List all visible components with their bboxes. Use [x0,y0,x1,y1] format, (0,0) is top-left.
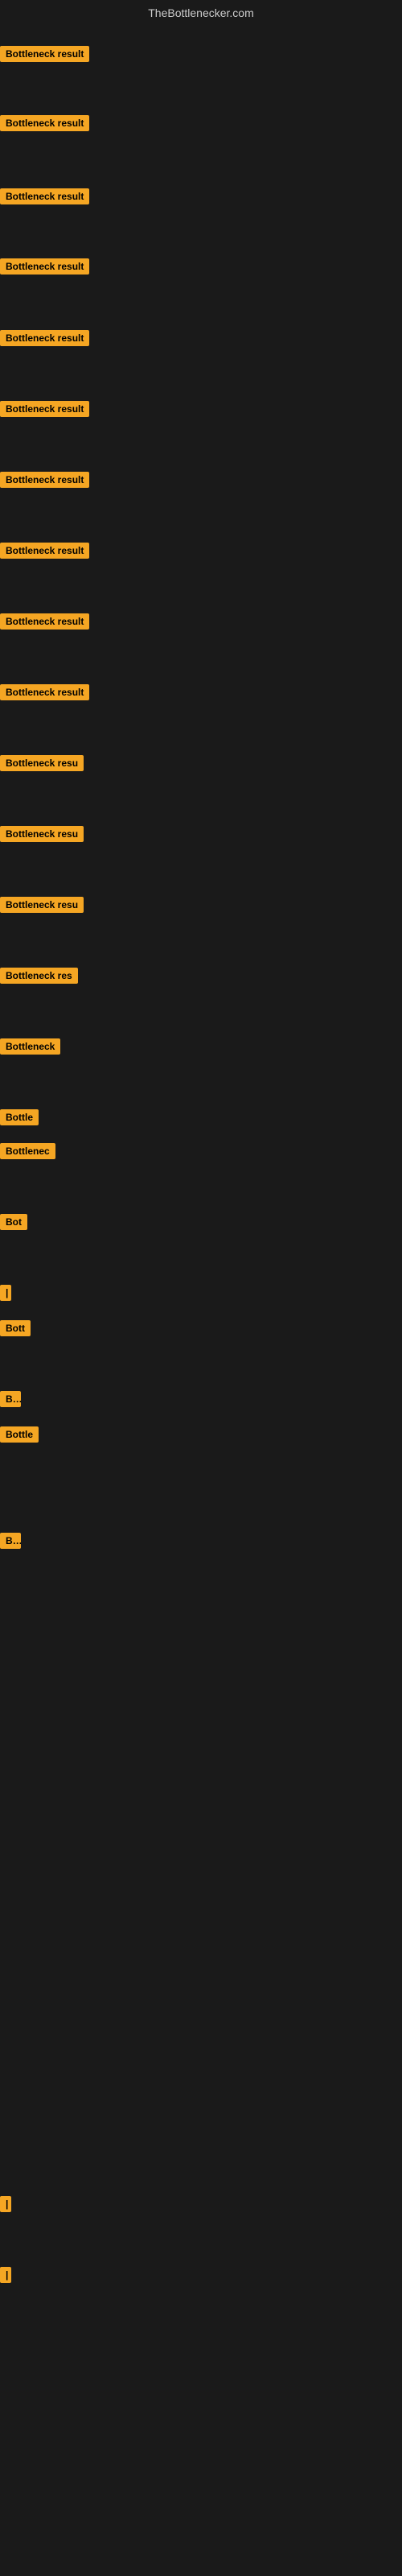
bottleneck-badge-row-12: Bottleneck resu [0,826,84,846]
bottleneck-badge: Bottleneck [0,1038,60,1055]
bottleneck-badge-row-22: Bottle [0,1426,39,1447]
bottleneck-badge: | [0,1285,11,1301]
bottleneck-badge: Bottle [0,1109,39,1125]
bottleneck-badge-row-20: Bott [0,1320,31,1340]
bottleneck-badge: Bottleneck result [0,613,89,630]
bottleneck-badge-row-1: Bottleneck result [0,46,89,66]
bottleneck-badge: Bottleneck res [0,968,78,984]
bottleneck-badge-row-9: Bottleneck result [0,613,89,634]
bottleneck-badge: Bottleneck resu [0,826,84,842]
bottleneck-badge-row-5: Bottleneck result [0,330,89,350]
bottleneck-badge-row-23: Bo [0,1533,21,1553]
bottleneck-badge: Bottleneck result [0,401,89,417]
bottleneck-badge: Bo [0,1391,21,1407]
bottleneck-badge-row-13: Bottleneck resu [0,897,84,917]
bottleneck-badge: Bottle [0,1426,39,1443]
bottleneck-badge-row-11: Bottleneck resu [0,755,84,775]
bottleneck-badge-row-24: | [0,2196,11,2216]
bottleneck-badge: Bottleneck result [0,543,89,559]
bottleneck-badge-row-25: | [0,2267,11,2287]
bottleneck-badge-row-14: Bottleneck res [0,968,78,988]
bottleneck-badge: | [0,2196,11,2212]
bottleneck-badge: Bottleneck resu [0,755,84,771]
bottleneck-badge-row-19: | [0,1285,11,1305]
bottleneck-badge: | [0,2267,11,2283]
bottleneck-badge: Bottleneck result [0,472,89,488]
bottleneck-badge: Bot [0,1214,27,1230]
bottleneck-badge-row-21: Bo [0,1391,21,1411]
bottleneck-badge-row-4: Bottleneck result [0,258,89,279]
bottleneck-badge-row-16: Bottle [0,1109,39,1129]
bottleneck-badge: Bottlenec [0,1143,55,1159]
bottleneck-badge-row-15: Bottleneck [0,1038,60,1059]
bottleneck-badge-row-3: Bottleneck result [0,188,89,208]
bottleneck-badge: Bottleneck result [0,46,89,62]
bottleneck-badge: Bo [0,1533,21,1549]
bottleneck-badge-row-17: Bottlenec [0,1143,55,1163]
bottleneck-badge: Bottleneck resu [0,897,84,913]
bottleneck-badge-row-7: Bottleneck result [0,472,89,492]
bottleneck-badge-row-2: Bottleneck result [0,115,89,135]
bottleneck-badge: Bottleneck result [0,115,89,131]
bottleneck-badge: Bott [0,1320,31,1336]
bottleneck-badge-row-8: Bottleneck result [0,543,89,563]
bottleneck-badge-row-6: Bottleneck result [0,401,89,421]
bottleneck-badge-row-10: Bottleneck result [0,684,89,704]
bottleneck-badge: Bottleneck result [0,330,89,346]
bottleneck-badge: Bottleneck result [0,684,89,700]
bottleneck-badge-row-18: Bot [0,1214,27,1234]
bottleneck-badge: Bottleneck result [0,258,89,275]
bottleneck-badge: Bottleneck result [0,188,89,204]
site-title: TheBottlenecker.com [0,0,402,23]
